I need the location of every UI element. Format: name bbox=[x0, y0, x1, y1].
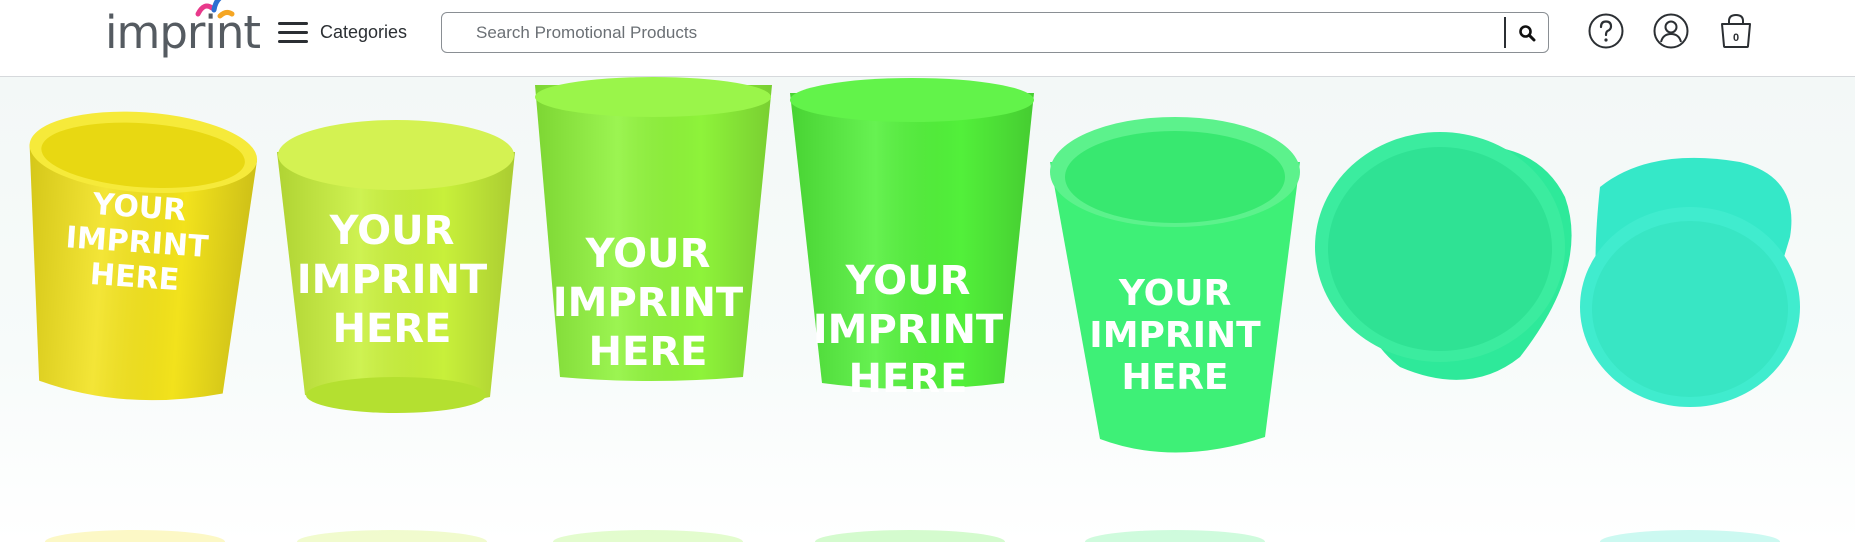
search-input[interactable] bbox=[442, 13, 1502, 52]
cart-count: 0 bbox=[1733, 32, 1739, 44]
help-button[interactable] bbox=[1587, 12, 1625, 50]
cup-lime: YOUR IMPRINT HERE bbox=[277, 120, 515, 413]
cup-imprint-line-2: IMPRINT bbox=[1089, 315, 1261, 356]
cup-imprint-line-2: IMPRINT bbox=[297, 257, 488, 303]
hamburger-icon bbox=[278, 20, 310, 44]
cup-imprint-line-1: YOUR bbox=[329, 208, 455, 254]
hero-cups-image: YOUR IMPRINT HERE YOUR IMPRINT HERE YOUR… bbox=[29, 77, 1800, 542]
cup-yellow: YOUR IMPRINT HERE bbox=[29, 111, 258, 401]
cup-imprint-line-3: HERE bbox=[589, 329, 708, 375]
site-header: imprint Categories Search Promotional Pr… bbox=[0, 0, 1855, 77]
imprint-logo[interactable]: imprint bbox=[105, 0, 261, 70]
categories-label: Categories bbox=[320, 21, 408, 42]
logo-text: imprint bbox=[105, 6, 261, 59]
cup-seafoam bbox=[1315, 132, 1572, 380]
cup-aqua bbox=[1580, 157, 1800, 407]
search-bar bbox=[441, 12, 1549, 53]
cup-imprint-line-3: HERE bbox=[849, 356, 968, 402]
cup-green: YOUR IMPRINT HERE bbox=[535, 77, 772, 381]
cart-button[interactable]: 0 bbox=[1716, 12, 1756, 50]
cup-imprint-line-3: HERE bbox=[333, 306, 452, 352]
cup-imprint-line-1: YOUR bbox=[585, 231, 711, 277]
cup-imprint-line-1: YOUR bbox=[845, 258, 971, 304]
cup-emerald: YOUR IMPRINT HERE bbox=[1050, 117, 1300, 453]
cup-imprint-line-3: HERE bbox=[1121, 357, 1228, 398]
cup-imprint-line-2: IMPRINT bbox=[553, 280, 744, 326]
account-button[interactable] bbox=[1652, 12, 1690, 50]
search-icon bbox=[1519, 24, 1536, 41]
search-button[interactable] bbox=[1506, 13, 1548, 52]
cup-imprint-line-1: YOUR bbox=[1118, 273, 1231, 314]
hero-banner[interactable]: YOUR IMPRINT HERE YOUR IMPRINT HERE YOUR… bbox=[0, 77, 1855, 542]
cup-reflections bbox=[45, 530, 1780, 542]
help-icon bbox=[1588, 13, 1624, 49]
account-icon bbox=[1653, 13, 1689, 49]
cup-bright-green: YOUR IMPRINT HERE bbox=[790, 78, 1034, 402]
cart-bag-icon: 0 bbox=[1721, 13, 1751, 48]
cup-imprint-line-3: HERE bbox=[89, 257, 180, 298]
categories-menu-button[interactable]: Categories bbox=[278, 14, 407, 50]
cup-imprint-line-2: IMPRINT bbox=[813, 307, 1004, 353]
